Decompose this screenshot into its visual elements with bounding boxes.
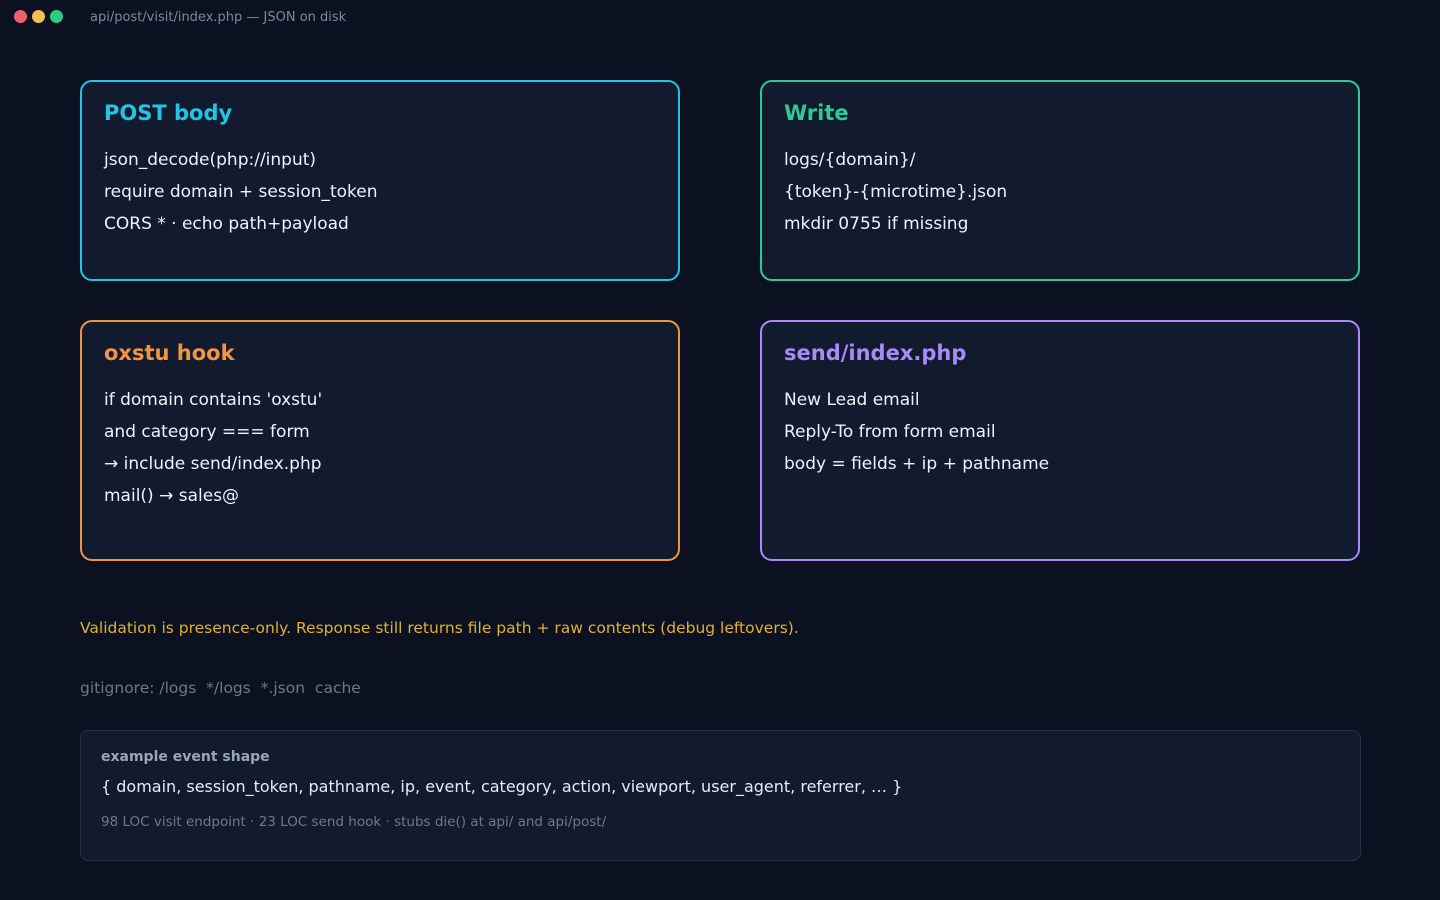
example-heading: example event shape bbox=[101, 749, 270, 765]
card-title: oxstu hook bbox=[104, 341, 235, 365]
card-line: json_decode(php://input) bbox=[104, 150, 317, 170]
send-index-card: send/index.php New Lead email Reply-To f… bbox=[760, 320, 1360, 561]
card-title: Write bbox=[784, 101, 849, 125]
card-line: and category === form bbox=[104, 422, 310, 442]
card-line: CORS * · echo path+payload bbox=[104, 214, 349, 234]
card-title: send/index.php bbox=[784, 341, 967, 365]
card-title: POST body bbox=[104, 101, 233, 125]
example-shape: { domain, session_token, pathname, ip, e… bbox=[101, 777, 903, 796]
gitignore-line: gitignore: /logs */logs *.json cache bbox=[80, 679, 361, 697]
close-window-button[interactable] bbox=[14, 10, 27, 23]
minimize-window-button[interactable] bbox=[32, 10, 45, 23]
window-title: api/post/visit/index.php — JSON on disk bbox=[90, 10, 347, 25]
card-line: mkdir 0755 if missing bbox=[784, 214, 969, 234]
card-line: body = fields + ip + pathname bbox=[784, 454, 1050, 474]
card-line: mail() → sales@ bbox=[104, 486, 240, 506]
post-body-card: POST body json_decode(php://input) requi… bbox=[80, 80, 680, 281]
card-line: → include send/index.php bbox=[104, 454, 322, 474]
example-event-panel: example event shape { domain, session_to… bbox=[80, 730, 1361, 861]
card-line: {token}-{microtime}.json bbox=[784, 182, 1008, 202]
card-line: if domain contains 'oxstu' bbox=[104, 390, 323, 410]
title-bar: api/post/visit/index.php — JSON on disk bbox=[0, 0, 1440, 36]
oxstu-hook-card: oxstu hook if domain contains 'oxstu' an… bbox=[80, 320, 680, 561]
write-card: Write logs/{domain}/ {token}-{microtime}… bbox=[760, 80, 1360, 281]
example-footer: 98 LOC visit endpoint · 23 LOC send hook… bbox=[101, 814, 607, 830]
card-line: require domain + session_token bbox=[104, 182, 378, 202]
maximize-window-button[interactable] bbox=[50, 10, 63, 23]
card-line: logs/{domain}/ bbox=[784, 150, 916, 170]
card-line: Reply-To from form email bbox=[784, 422, 996, 442]
validation-note: Validation is presence-only. Response st… bbox=[80, 619, 799, 637]
card-line: New Lead email bbox=[784, 390, 920, 410]
